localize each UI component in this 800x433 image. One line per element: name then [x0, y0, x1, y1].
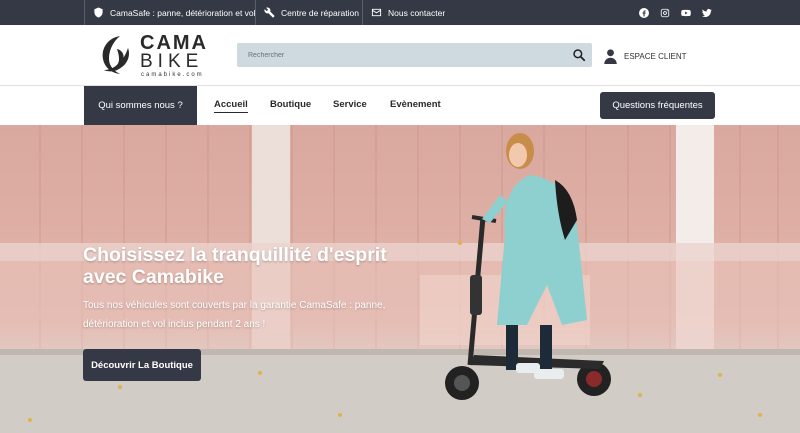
site-header: CAMA BIKE camabike.com ESPACE CLIENT: [0, 25, 800, 86]
repair-center-label: Centre de réparation: [281, 7, 359, 18]
nav-link-accueil[interactable]: Accueil: [214, 99, 248, 113]
instagram-link[interactable]: [660, 8, 670, 18]
client-area-label: ESPACE CLIENT: [624, 51, 687, 61]
search-input[interactable]: [237, 43, 562, 67]
mail-icon: [371, 8, 382, 17]
search-bar: [237, 43, 592, 67]
instagram-icon: [660, 8, 670, 17]
youtube-icon: [681, 9, 691, 16]
client-area-link[interactable]: ESPACE CLIENT: [604, 47, 687, 65]
wrench-icon: [264, 7, 275, 18]
discover-shop-button[interactable]: Découvrir La Boutique: [83, 349, 201, 381]
nav-link-boutique[interactable]: Boutique: [270, 99, 311, 110]
faq-button[interactable]: Questions fréquentes: [600, 92, 715, 119]
camasafe-link[interactable]: CamaSafe : panne, détérioration et vol: [84, 0, 264, 25]
contact-label: Nous contacter: [388, 7, 446, 18]
hero-banner: Choisissez la tranquillité d'esprit avec…: [0, 125, 800, 433]
twitter-icon: [702, 8, 712, 17]
social-links: [639, 0, 712, 25]
top-info-bar: CamaSafe : panne, détérioration et vol C…: [0, 0, 800, 25]
facebook-link[interactable]: [639, 7, 649, 18]
shield-icon: [94, 7, 103, 18]
logo-domain: camabike.com: [141, 72, 204, 78]
nav-link-evenement[interactable]: Evènement: [390, 99, 441, 110]
who-are-we-button[interactable]: Qui sommes nous ?: [84, 86, 197, 125]
youtube-link[interactable]: [681, 8, 691, 18]
facebook-icon: [639, 7, 649, 18]
nav-link-service[interactable]: Service: [333, 99, 367, 110]
user-icon: [604, 48, 617, 64]
main-nav: Qui sommes nous ? Accueil Boutique Servi…: [0, 86, 800, 125]
twitter-link[interactable]: [702, 8, 712, 18]
logo-text-bike: BIKE: [140, 51, 204, 72]
hero-subtitle: Tous nos véhicules sont couverts par la …: [83, 300, 386, 330]
search-button[interactable]: [572, 48, 586, 62]
hero-title: Choisissez la tranquillité d'esprit avec…: [83, 244, 387, 288]
search-icon: [573, 49, 586, 62]
camasafe-label: CamaSafe : panne, détérioration et vol: [110, 7, 256, 18]
camabike-logo[interactable]: CAMA BIKE camabike.com: [98, 32, 210, 80]
repair-center-link[interactable]: Centre de réparation: [255, 0, 367, 25]
contact-link[interactable]: Nous contacter: [362, 0, 453, 25]
swirl-logo-icon: [102, 36, 129, 74]
